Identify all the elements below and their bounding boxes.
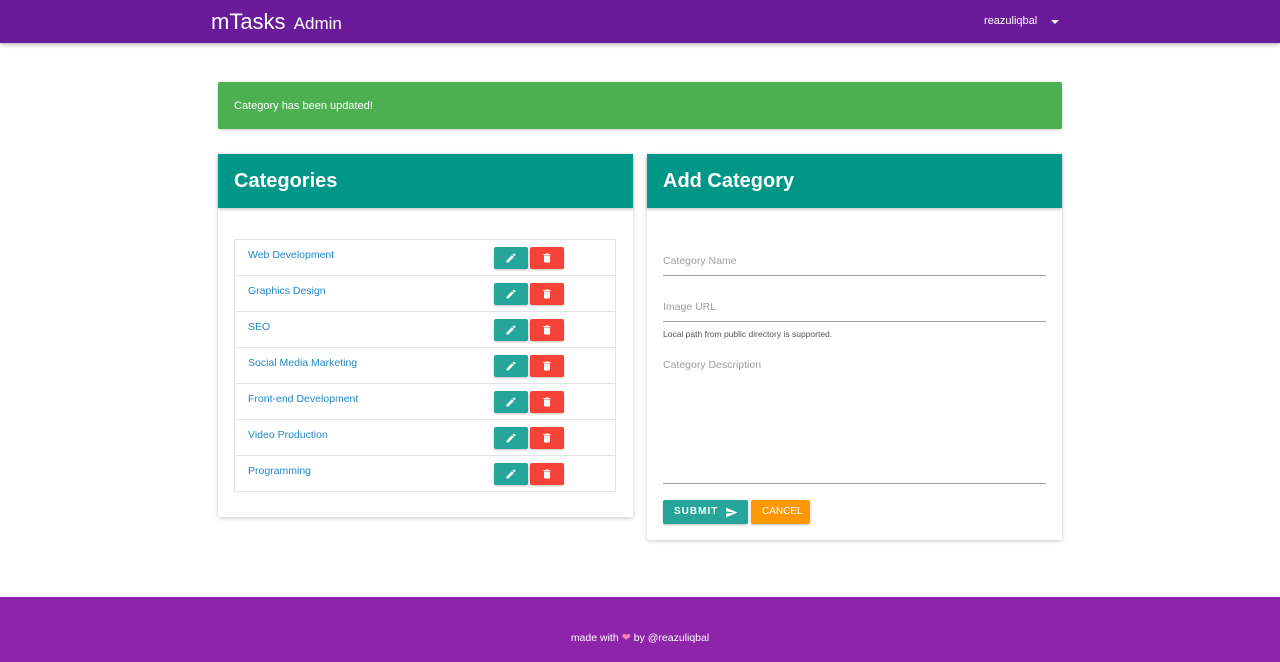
categories-card-header: Categories [218, 154, 633, 208]
pencil-icon [506, 433, 516, 443]
category-link[interactable]: Video Production [248, 429, 328, 441]
success-alert: Category has been updated! [218, 82, 1062, 129]
cancel-button[interactable]: CANCEL [751, 500, 810, 524]
category-link[interactable]: SEO [248, 321, 270, 333]
submit-button[interactable]: SUBMIT [663, 500, 748, 524]
image-url-input[interactable] [663, 321, 1046, 322]
brand-name: mTasks [211, 9, 286, 34]
categories-card: Categories Web Development Graphics Desi… [218, 154, 633, 517]
trash-icon [543, 397, 551, 407]
list-item: Social Media Marketing [235, 347, 615, 383]
pencil-icon [506, 253, 516, 263]
edit-button[interactable] [494, 391, 528, 413]
delete-button[interactable] [530, 391, 564, 413]
caret-down-icon [1051, 19, 1060, 24]
username: reazuliqbal [984, 15, 1038, 27]
pencil-icon [506, 325, 516, 335]
add-category-card: Add Category Category Name Image URL Loc… [647, 154, 1062, 540]
footer-author-link[interactable]: by @reazuliqbal [634, 632, 709, 644]
delete-button[interactable] [530, 355, 564, 377]
delete-button[interactable] [530, 319, 564, 341]
image-url-label: Image URL [663, 301, 717, 313]
trash-icon [543, 253, 551, 263]
submit-label: SUBMIT [674, 506, 719, 517]
add-category-title: Add Category [663, 170, 795, 192]
edit-button[interactable] [494, 319, 528, 341]
brand-logo[interactable]: mTasks Admin [211, 9, 342, 37]
footer-text-before: made with [570, 632, 619, 644]
delete-button[interactable] [530, 463, 564, 485]
trash-icon [543, 325, 551, 335]
categories-title: Categories [234, 170, 338, 192]
category-link[interactable]: Social Media Marketing [248, 357, 357, 369]
category-description-textarea[interactable] [663, 483, 1046, 484]
pencil-icon [506, 469, 516, 479]
edit-button[interactable] [494, 247, 528, 269]
list-item: SEO [235, 311, 615, 347]
category-list: Web Development Graphics Design SEO Soci… [234, 239, 616, 492]
edit-button[interactable] [494, 283, 528, 305]
category-description-label: Category Description [663, 359, 762, 371]
category-name-input[interactable] [663, 275, 1046, 276]
brand-subtitle: Admin [293, 14, 342, 33]
image-url-helper: Local path from public directory is supp… [663, 329, 833, 339]
list-item: Programming [235, 455, 615, 491]
category-name-label: Category Name [663, 255, 737, 267]
user-menu[interactable]: reazuliqbal [984, 15, 1060, 27]
pencil-icon [506, 397, 516, 407]
trash-icon [543, 289, 551, 299]
list-item: Front-end Development [235, 383, 615, 419]
edit-button[interactable] [494, 427, 528, 449]
trash-icon [543, 361, 551, 371]
edit-button[interactable] [494, 463, 528, 485]
delete-button[interactable] [530, 427, 564, 449]
edit-button[interactable] [494, 355, 528, 377]
add-category-card-header: Add Category [647, 154, 1062, 208]
category-link[interactable]: Front-end Development [248, 393, 358, 405]
top-navbar: mTasks Admin reazuliqbal [0, 0, 1280, 43]
category-link[interactable]: Web Development [248, 249, 334, 261]
delete-button[interactable] [530, 247, 564, 269]
heart-icon: ❤ [621, 632, 631, 644]
pencil-icon [506, 361, 516, 371]
list-item: Web Development [235, 240, 615, 275]
category-link[interactable]: Graphics Design [248, 285, 326, 297]
footer-credit: made with ❤ by @reazuliqbal [0, 631, 1280, 644]
pencil-icon [506, 289, 516, 299]
delete-button[interactable] [530, 283, 564, 305]
list-item: Graphics Design [235, 275, 615, 311]
send-icon [726, 507, 738, 518]
cancel-label: CANCEL [762, 506, 803, 517]
category-link[interactable]: Programming [248, 465, 311, 477]
footer: made with ❤ by @reazuliqbal [0, 597, 1280, 662]
trash-icon [543, 433, 551, 443]
list-item: Video Production [235, 419, 615, 455]
trash-icon [543, 469, 551, 479]
alert-message: Category has been updated! [234, 100, 373, 112]
